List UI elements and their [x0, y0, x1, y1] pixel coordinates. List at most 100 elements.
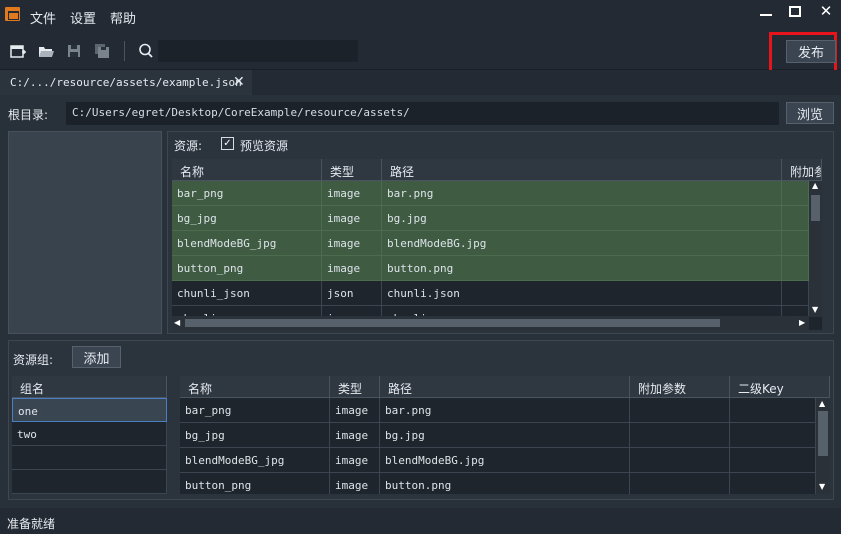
- cell-name: bar_png: [180, 398, 330, 423]
- scroll-thumb[interactable]: [811, 195, 820, 221]
- open-folder-icon[interactable]: [38, 43, 54, 59]
- maximize-button[interactable]: [780, 0, 810, 22]
- table-row[interactable]: button_png image button.png: [172, 256, 809, 281]
- cell-name: bg_jpg: [172, 206, 322, 231]
- column-header-name[interactable]: 名称: [172, 159, 322, 181]
- cell-subkey: [730, 423, 816, 448]
- list-item[interactable]: two: [12, 422, 167, 447]
- cell-type: image: [330, 398, 380, 423]
- root-dir-label: 根目录:: [8, 108, 49, 122]
- cell-type: image: [330, 448, 380, 473]
- close-window-button[interactable]: ✕: [811, 0, 841, 22]
- cell-type: image: [322, 231, 382, 256]
- minimize-button[interactable]: [751, 0, 781, 22]
- cell-type: image: [322, 206, 382, 231]
- cell-extra: [630, 398, 730, 423]
- group-name: [12, 470, 167, 494]
- column-header-name[interactable]: 名称: [180, 376, 330, 398]
- scroll-down-icon[interactable]: ▼: [819, 482, 825, 491]
- save-icon[interactable]: [66, 43, 82, 59]
- table-row[interactable]: bg_jpg image bg.jpg: [180, 423, 816, 448]
- cell-type: image: [322, 256, 382, 281]
- preview-label[interactable]: 预览资源: [240, 137, 288, 154]
- scroll-thumb[interactable]: [818, 411, 828, 456]
- column-header-type[interactable]: 类型: [330, 376, 380, 398]
- groups-label: 资源组:: [13, 353, 54, 367]
- list-item[interactable]: one: [12, 398, 167, 423]
- add-group-button[interactable]: 添加: [72, 346, 121, 368]
- groups-table[interactable]: 组名 one two: [12, 376, 167, 494]
- cell-type: json: [322, 281, 382, 306]
- scroll-down-icon[interactable]: ▼: [812, 305, 818, 314]
- cell-extra: [630, 448, 730, 473]
- cell-name: bar_png: [172, 181, 322, 206]
- resources-table[interactable]: 名称 类型 路径 附加参 bar_pngimagebar.pngbg_jpgim…: [172, 159, 822, 330]
- column-header-subkey[interactable]: 二级Key: [730, 376, 830, 398]
- group-name: one: [12, 398, 167, 422]
- cell-type: image: [330, 423, 380, 448]
- search-input[interactable]: [158, 40, 358, 62]
- root-dir-field[interactable]: C:/Users/egret/Desktop/CoreExample/resou…: [66, 102, 779, 125]
- table-row[interactable]: chunli_json json chunli.json: [172, 281, 809, 306]
- column-header-extra[interactable]: 附加参: [782, 159, 822, 181]
- folder-tree-panel[interactable]: [8, 131, 162, 334]
- toolbar: [0, 32, 841, 70]
- cell-path: bg.jpg: [382, 206, 782, 231]
- table-row[interactable]: bar_png image bar.png: [180, 398, 816, 423]
- publish-button[interactable]: 发布: [786, 40, 836, 63]
- tab-close-icon[interactable]: ✕: [233, 74, 245, 90]
- minimize-icon: [760, 14, 772, 16]
- column-header-path[interactable]: 路径: [380, 376, 630, 398]
- cell-path: bg.jpg: [380, 423, 630, 448]
- resources-vscroll[interactable]: ▲ ▼: [809, 181, 822, 317]
- column-header-path[interactable]: 路径: [382, 159, 782, 181]
- cell-path: blendModeBG.jpg: [382, 231, 782, 256]
- scroll-up-icon[interactable]: ▲: [819, 399, 825, 408]
- cell-extra: [782, 281, 809, 306]
- table-row[interactable]: bg_jpg image bg.jpg: [172, 206, 809, 231]
- cell-type: image: [330, 473, 380, 494]
- hscroll-thumb[interactable]: [185, 319, 720, 327]
- menu-help[interactable]: 帮助: [110, 8, 136, 27]
- cell-name: button_png: [180, 473, 330, 494]
- close-icon: ✕: [819, 2, 833, 20]
- column-header-group-name[interactable]: 组名: [12, 376, 167, 398]
- cell-path: blendModeBG.jpg: [380, 448, 630, 473]
- save-all-icon[interactable]: [94, 43, 110, 59]
- group-resources-table[interactable]: 名称 类型 路径 附加参数 二级Key bar_png image bar.png b…: [180, 376, 830, 494]
- cell-extra: [630, 473, 730, 494]
- column-header-extra-params[interactable]: 附加参数: [630, 376, 730, 398]
- cell-name: chunli_json: [172, 281, 322, 306]
- table-row[interactable]: button_png image button.png: [180, 473, 816, 494]
- new-file-icon[interactable]: [10, 43, 26, 59]
- list-item[interactable]: [12, 446, 167, 471]
- table-row[interactable]: bar_png image bar.png: [172, 181, 809, 206]
- scroll-right-icon[interactable]: ▶: [799, 318, 805, 327]
- list-item[interactable]: [12, 470, 167, 494]
- table-row[interactable]: blendModeBG_jpg image blendModeBG.jpg: [172, 231, 809, 256]
- table-row[interactable]: blendModeBG_jpg image blendModeBG.jpg: [180, 448, 816, 473]
- column-header-type[interactable]: 类型: [322, 159, 382, 181]
- cell-subkey: [730, 448, 816, 473]
- cell-type: image: [322, 181, 382, 206]
- scroll-left-icon[interactable]: ◀: [174, 318, 180, 327]
- cell-path: bar.png: [380, 398, 630, 423]
- resources-hscroll[interactable]: ◀ ▶: [172, 316, 809, 330]
- scroll-up-icon[interactable]: ▲: [812, 181, 818, 190]
- preview-checkbox[interactable]: ✓: [221, 137, 234, 150]
- menu-settings[interactable]: 设置: [70, 8, 96, 27]
- menu-file[interactable]: 文件: [30, 8, 56, 27]
- file-tab-label: C:/.../resource/assets/example.json: [10, 76, 242, 89]
- app-logo-icon: [5, 7, 20, 21]
- cell-extra: [630, 423, 730, 448]
- maximize-icon: [789, 5, 801, 17]
- app-window: 文件 设置 帮助 ✕ 发布 C:/.../resource/assets/exa…: [0, 0, 841, 534]
- cell-subkey: [730, 398, 816, 423]
- cell-path: button.png: [382, 256, 782, 281]
- cell-extra: [782, 256, 809, 281]
- file-tab[interactable]: C:/.../resource/assets/example.json ✕: [0, 70, 252, 95]
- group-name: [12, 446, 167, 470]
- toolbar-separator: [124, 41, 125, 61]
- browse-button[interactable]: 浏览: [786, 102, 834, 124]
- group-resources-vscroll[interactable]: ▲ ▼: [816, 398, 830, 494]
